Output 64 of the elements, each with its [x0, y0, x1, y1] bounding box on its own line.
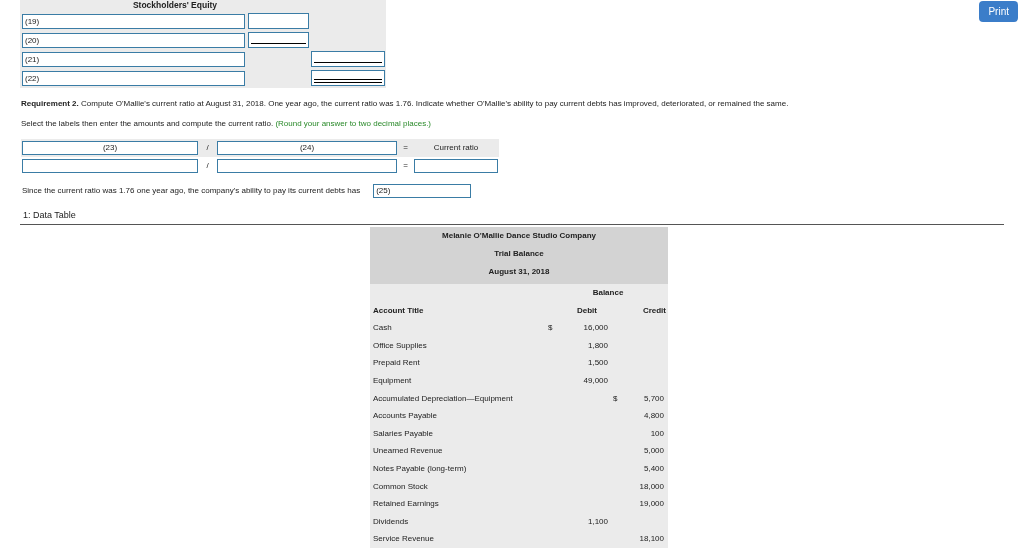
- column-group-header: Balance: [591, 286, 625, 299]
- credit-cell: 18,000: [639, 480, 664, 493]
- debit-cell: 49,000: [583, 375, 608, 388]
- current-ratio-field[interactable]: [414, 159, 498, 173]
- account-cell-text: Salaries Payable: [373, 427, 435, 440]
- underline: [251, 43, 306, 44]
- column-header: Debit: [576, 304, 598, 317]
- debit-cell: 1,500: [587, 357, 608, 370]
- rounding-hint: (Round your answer to two decimal places.): [275, 119, 431, 128]
- column-header: Credit: [641, 304, 666, 317]
- account-select[interactable]: (19): [22, 13, 245, 29]
- account-cell-text: Retained Earnings: [373, 498, 440, 511]
- account-cell-text: Prepaid Rent: [373, 357, 421, 370]
- divide-sign: /: [205, 160, 210, 172]
- equals-sign: =: [402, 142, 409, 154]
- amount-field[interactable]: [311, 70, 385, 86]
- currency-sign: $: [548, 323, 553, 333]
- answer-select[interactable]: (25): [373, 184, 472, 198]
- denominator-select[interactable]: (24): [217, 141, 397, 155]
- section-title: 1: Data Table: [23, 209, 76, 222]
- account-cell-text: Notes Payable (long-term): [373, 463, 468, 476]
- debit-cell: 1,800: [587, 339, 608, 352]
- panel-title: Stockholders' Equity: [131, 0, 219, 12]
- amount-field[interactable]: [248, 13, 309, 29]
- account-cell-text: Dividends: [373, 515, 410, 528]
- currency-sign: $: [613, 393, 618, 403]
- amount-field[interactable]: [248, 32, 309, 48]
- divide-sign: /: [205, 142, 210, 154]
- amount-field[interactable]: [311, 51, 385, 67]
- double-underline: [314, 79, 382, 83]
- credit-cell: 100: [650, 427, 664, 440]
- account-select[interactable]: (22): [22, 70, 245, 86]
- column-header: Account Title: [373, 304, 425, 317]
- credit-cell: 5,000: [643, 445, 664, 458]
- statement-date: August 31, 2018: [488, 265, 550, 278]
- account-cell-text: Cash: [373, 322, 393, 335]
- account-cell-text: Common Stock: [373, 480, 429, 493]
- credit-cell: 19,000: [639, 498, 664, 511]
- credit-cell: 5,700: [643, 392, 664, 405]
- denominator-field[interactable]: [217, 159, 397, 173]
- account-cell-text: Equipment: [373, 375, 413, 388]
- debit-cell: 1,100: [587, 515, 608, 528]
- print-button[interactable]: Print: [979, 1, 1018, 22]
- account-select[interactable]: (20): [22, 32, 245, 48]
- account-cell-text: Accounts Payable: [373, 410, 439, 423]
- account-cell-text: Office Supplies: [373, 339, 428, 352]
- conclusion-text: Since the current ratio was 1.76 one year ago, the company's ability to pay its current debts has: [22, 185, 361, 197]
- account-select[interactable]: (21): [22, 51, 245, 67]
- credit-cell: 18,100: [639, 533, 664, 546]
- requirement-text: Requirement 2. Compute O'Mallie's current ratio at August 31, 2018. One year ago, the current ratio was 1.76. Indicate whether O'Mallie's ability to pay current debts has improved, deteriorated, or remained the same.: [21, 98, 790, 110]
- result-label: Current ratio: [432, 142, 480, 154]
- numerator-field[interactable]: [22, 159, 198, 173]
- equals-sign: =: [402, 160, 409, 172]
- company-name: Melanie O'Mallie Dance Studio Company: [442, 229, 596, 242]
- account-cell-text: Service Revenue: [373, 533, 435, 546]
- underline: [314, 62, 382, 63]
- account-cell-text: Accumulated Depreciation—Equipment: [373, 392, 514, 405]
- credit-cell: 4,800: [643, 410, 664, 423]
- credit-cell: 5,400: [643, 463, 664, 476]
- numerator-select[interactable]: (23): [22, 141, 198, 155]
- debit-cell: 16,000: [583, 322, 608, 335]
- instruction-text: Select the labels then enter the amounts and compute the current ratio. (Round your answer to two decimal places.): [21, 118, 432, 130]
- statement-name: Trial Balance: [494, 247, 544, 260]
- account-cell-text: Unearned Revenue: [373, 445, 444, 458]
